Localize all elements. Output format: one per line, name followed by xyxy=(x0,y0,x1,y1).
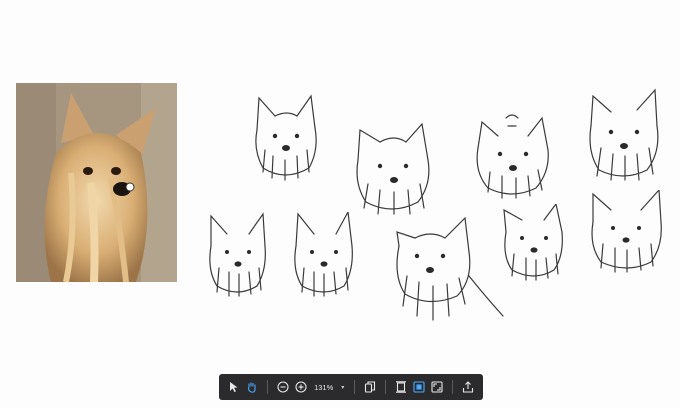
dog-sketch xyxy=(294,212,353,297)
chevron-down-icon: ▾ xyxy=(341,384,345,391)
dog-sketch xyxy=(255,94,317,181)
fullscreen-button[interactable] xyxy=(430,378,444,396)
toolbar-divider xyxy=(354,380,356,394)
zoom-in-button[interactable] xyxy=(294,378,308,396)
copy-button[interactable] xyxy=(363,378,377,396)
canvas xyxy=(0,0,680,408)
hand-tool-button[interactable] xyxy=(245,378,259,396)
toolbar-divider xyxy=(267,380,268,394)
dog-sketch xyxy=(209,212,266,297)
reference-photo-yorkie xyxy=(16,83,177,282)
dog-sketch xyxy=(396,216,504,321)
zoom-level-dropdown[interactable]: 131% ▾ xyxy=(314,383,344,392)
hand-icon xyxy=(248,382,256,393)
fit-height-icon xyxy=(395,381,406,393)
toolbar-divider xyxy=(385,380,386,394)
zoom-out-button[interactable] xyxy=(276,378,290,396)
zoom-level-value: 131% xyxy=(314,382,334,392)
copy-pages-icon xyxy=(365,381,376,393)
fit-width-icon xyxy=(413,381,425,393)
zoom-in-icon xyxy=(295,381,307,393)
fullscreen-icon xyxy=(431,381,443,393)
select-tool-button[interactable] xyxy=(227,378,241,396)
cursor-arrow-icon xyxy=(230,382,238,392)
dog-sketch xyxy=(356,122,430,215)
toolbar-divider xyxy=(452,380,453,394)
dog-sketch xyxy=(503,204,563,281)
share-button[interactable] xyxy=(461,378,475,396)
dog-sketch xyxy=(476,114,549,199)
zoom-out-icon xyxy=(277,381,289,393)
sketch-sheet xyxy=(195,80,675,340)
dog-sketch xyxy=(589,88,659,181)
fit-height-button[interactable] xyxy=(394,378,408,396)
viewer-toolbar: 131% ▾ xyxy=(219,374,483,400)
dog-sketch xyxy=(591,190,662,273)
upload-share-icon xyxy=(462,381,474,393)
fit-width-button[interactable] xyxy=(412,378,426,396)
yorkie-photo-illustration xyxy=(16,83,177,282)
